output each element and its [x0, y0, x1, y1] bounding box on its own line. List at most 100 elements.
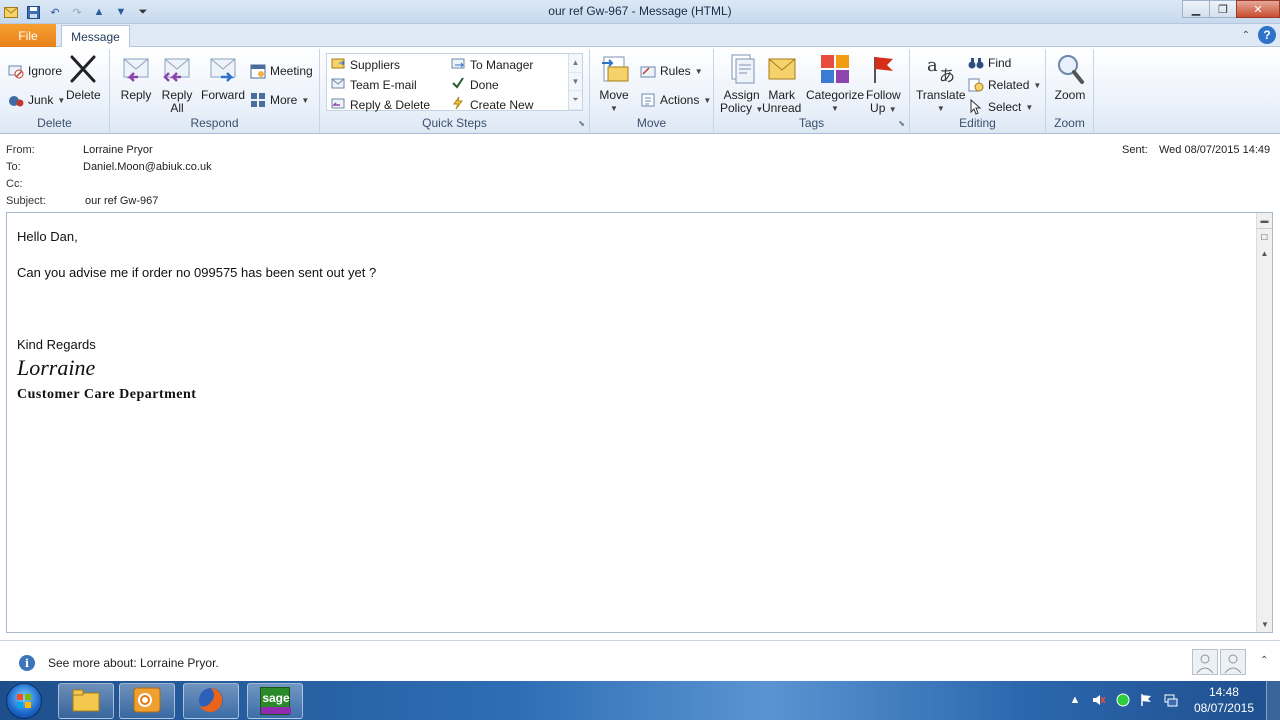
reply-button[interactable]: Reply	[120, 53, 152, 102]
to-label: To:	[6, 161, 21, 173]
department: Customer Care Department	[17, 387, 197, 402]
chevron-down-icon: ▼	[703, 95, 712, 105]
junk-icon	[8, 92, 24, 108]
contact-photo-icon[interactable]	[1220, 649, 1246, 675]
delete-button[interactable]: Delete	[66, 53, 101, 102]
move-button[interactable]: Move ▼	[598, 53, 630, 115]
zoom-group: Zoom Zoom	[1046, 49, 1094, 132]
mark-unread-button[interactable]: Mark Unread	[762, 53, 801, 115]
actions-button[interactable]: Actions ▼	[640, 92, 711, 108]
sent-value: Wed 08/07/2015 14:49	[1159, 144, 1271, 156]
closing: Kind Regards	[17, 337, 96, 352]
start-button[interactable]	[6, 683, 42, 719]
from-value[interactable]: Lorraine Pryor	[83, 144, 153, 156]
expand-gallery-icon[interactable]: ⏷	[569, 91, 582, 110]
ignore-icon	[8, 63, 24, 79]
window-controls: ▁ ❐ ✕	[1182, 0, 1280, 18]
contact-photo-icon[interactable]	[1192, 649, 1218, 675]
vertical-scrollbar[interactable]: ▬ ☐ ▲ ▼	[1256, 213, 1272, 632]
maximize-button[interactable]: ❐	[1209, 0, 1237, 18]
firefox-taskbar-button[interactable]	[183, 683, 239, 719]
zoom-button[interactable]: Zoom	[1054, 53, 1086, 102]
delete-group: Ignore Junk ▼ Delete Delete	[0, 49, 110, 132]
reply-all-button[interactable]: Reply All	[161, 53, 193, 115]
follow-up-button[interactable]: Follow Up ▼	[866, 53, 901, 116]
quick-step-team-email[interactable]: Team E-mail	[331, 76, 417, 93]
rules-button[interactable]: Rules ▼	[640, 63, 703, 79]
minimize-button[interactable]: ▁	[1182, 0, 1210, 18]
forward-button[interactable]: Forward	[201, 53, 245, 102]
taskbar-clock[interactable]: 14:48 08/07/2015	[1194, 684, 1254, 716]
tags-group-label: Tags	[798, 116, 825, 130]
delete-icon	[67, 53, 99, 85]
explorer-taskbar-button[interactable]	[58, 683, 114, 719]
sage-taskbar-button[interactable]: sage	[247, 683, 303, 719]
close-button[interactable]: ✕	[1236, 0, 1280, 18]
quick-steps-scroll[interactable]: ▲ ▼ ⏷	[568, 54, 582, 110]
cursor-icon	[968, 98, 984, 115]
cc-label: Cc:	[6, 178, 23, 190]
ignore-button[interactable]: Ignore	[8, 63, 62, 79]
junk-button[interactable]: Junk ▼	[8, 92, 65, 108]
title-bar: ↶ ↷ ▲ ▼ ⏷ our ref Gw-967 - Message (HTML…	[0, 0, 1280, 24]
reply-all-icon	[161, 53, 193, 85]
status-green-icon[interactable]	[1116, 693, 1130, 707]
tab-file[interactable]: File	[0, 24, 56, 47]
scroll-down-arrow[interactable]: ▼	[1257, 616, 1273, 632]
quick-step-reply-delete[interactable]: Reply & Delete	[331, 96, 430, 113]
split-handle-icon[interactable]: ▬	[1257, 213, 1272, 229]
chevron-down-icon: ▼	[694, 66, 703, 76]
action-center-flag-icon[interactable]	[1140, 693, 1154, 707]
chevron-down-icon: ▼	[936, 104, 945, 113]
categorize-button[interactable]: Categorize ▼	[806, 53, 864, 115]
forward-icon	[207, 53, 239, 85]
message-body[interactable]: Hello Dan, Can you advise me if order no…	[6, 212, 1273, 633]
more-grid-icon	[250, 92, 266, 108]
scroll-down-icon[interactable]: ▼	[569, 73, 582, 92]
scroll-up-icon[interactable]: ▲	[569, 54, 582, 73]
team-email-icon	[331, 76, 345, 93]
message-header: From: Lorraine Pryor To: Daniel.Moon@abi…	[0, 134, 1280, 212]
quick-step-suppliers[interactable]: Suppliers	[331, 56, 400, 73]
expand-people-pane-icon[interactable]: ⌃	[1260, 655, 1268, 666]
move-group: Move ▼ Rules ▼ Actions ▼ Move	[590, 49, 714, 132]
quick-step-done[interactable]: Done	[451, 76, 499, 93]
meeting-button[interactable]: Meeting	[250, 63, 313, 79]
tab-message[interactable]: Message	[61, 25, 130, 48]
dialog-launcher-icon[interactable]: ⬊	[578, 119, 585, 128]
see-more-about[interactable]: See more about: Lorraine Pryor.	[48, 656, 219, 670]
quick-steps-group-label: Quick Steps	[422, 116, 487, 130]
clock-time: 14:48	[1208, 685, 1239, 699]
show-desktop-button[interactable]	[1266, 681, 1280, 720]
actions-icon	[640, 92, 656, 108]
dialog-launcher-icon[interactable]: ⬊	[898, 119, 905, 128]
to-value[interactable]: Daniel.Moon@abiuk.co.uk	[83, 161, 212, 173]
rules-icon	[640, 63, 656, 79]
sage-icon: sage	[260, 687, 291, 715]
respond-group: Reply Reply All Forward Meeting More ▼ R…	[110, 49, 320, 132]
minimize-ribbon-icon[interactable]: ⌃	[1242, 30, 1250, 41]
select-button[interactable]: Select ▼	[968, 98, 1033, 115]
help-icon[interactable]: ?	[1258, 26, 1276, 44]
chevron-down-icon: ▼	[301, 95, 310, 105]
outlook-taskbar-button[interactable]	[119, 683, 175, 719]
svg-text:a: a	[927, 55, 938, 76]
outlook-icon	[132, 686, 162, 717]
related-button[interactable]: Related ▼	[968, 77, 1041, 93]
translate-button[interactable]: aあ Translate ▼	[916, 53, 966, 115]
find-button[interactable]: Find	[968, 55, 1011, 71]
scroll-up-arrow[interactable]: ▲	[1257, 245, 1272, 261]
show-hidden-icons[interactable]: ▲	[1068, 693, 1082, 707]
quick-step-create-new[interactable]: Create New	[451, 96, 533, 113]
more-respond-button[interactable]: More ▼	[250, 92, 309, 108]
quick-step-to-manager[interactable]: To Manager	[451, 56, 533, 73]
clock-date: 08/07/2015	[1193, 701, 1254, 715]
info-icon: i	[19, 655, 35, 671]
assign-policy-button[interactable]: Assign Policy ▼	[720, 53, 763, 116]
volume-muted-icon[interactable]	[1092, 693, 1106, 707]
from-label: From:	[6, 144, 35, 156]
people-icon[interactable]: ☐	[1257, 229, 1272, 245]
network-icon[interactable]	[1164, 693, 1178, 707]
move-to-folder-icon	[331, 56, 345, 73]
subject-label: Subject:	[6, 195, 46, 207]
